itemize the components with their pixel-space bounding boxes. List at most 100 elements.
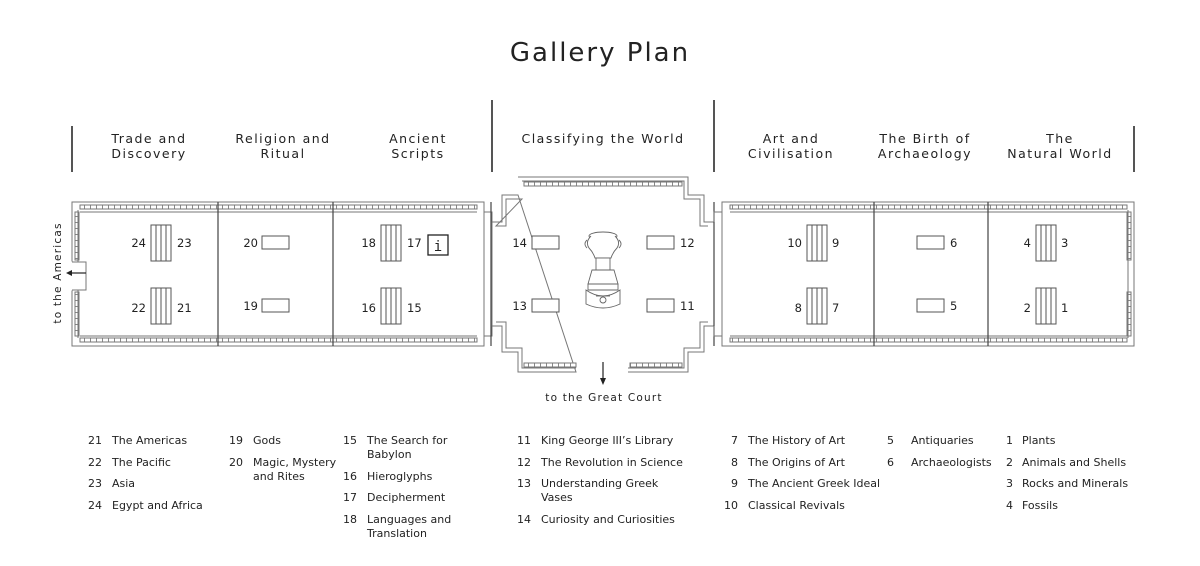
legend-label: Curiosity and Curiosities <box>541 512 675 526</box>
legend-item: 4 Fossils <box>1006 499 1146 513</box>
legend-item: 6 Archaeologists <box>887 456 997 470</box>
arrow-down-icon <box>600 362 606 385</box>
legend-item: 18 Languages and Translation <box>343 513 482 541</box>
legend-birth-of-archaeology: 5 Antiquaries 6 Archaeologists <box>887 434 997 477</box>
legend-number: 1 <box>1006 434 1013 447</box>
legend-label: Asia <box>112 477 136 490</box>
case-2-1 <box>1035 287 1057 325</box>
legend-label: Languages and Translation <box>367 512 452 540</box>
legend-number: 14 <box>517 512 531 526</box>
legend-item: 22 The Pacific <box>88 456 218 470</box>
legend-item: 11 King George III’s Library <box>517 434 692 448</box>
case-number: 19 <box>243 299 258 313</box>
legend-label: Egypt and Africa <box>112 498 203 512</box>
legend-label: Rocks and Minerals <box>1022 477 1129 490</box>
case-number: 22 <box>131 301 146 315</box>
legend-label: Decipherment <box>367 491 446 504</box>
legend-label: Magic, Mystery and Rites <box>253 455 337 483</box>
legend-number: 23 <box>88 477 102 490</box>
legend-label: The Origins of Art <box>748 455 845 469</box>
case-number: 13 <box>512 299 527 313</box>
case-4-3 <box>1035 224 1057 262</box>
legend-label: Archaeologists <box>911 455 992 469</box>
case-number: 17 <box>407 236 422 250</box>
legend-number: 9 <box>731 477 738 490</box>
legend-label: Understanding Greek Vases <box>541 477 659 504</box>
legend-number: 4 <box>1006 498 1013 512</box>
legend-label: The Search for Babylon <box>367 434 448 461</box>
legend-item: 8 The Origins of Art <box>724 456 884 470</box>
case-number: 3 <box>1061 236 1068 250</box>
legend-item: 20 Magic, Mystery and Rites <box>229 456 339 484</box>
case-number: 18 <box>361 236 376 250</box>
legend-art-and-civilisation: 7 The History of Art 8 The Origins of Art … <box>724 434 884 520</box>
legend-label: Plants <box>1022 434 1056 447</box>
legend-number: 8 <box>731 455 738 469</box>
floor-plan: i 24 23 22 21 20 19 18 17 16 15 14 13 12… <box>52 176 1135 404</box>
legend-item: 23 Asia <box>88 477 218 491</box>
case-number: 1 <box>1061 301 1068 315</box>
legend-number: 20 <box>229 455 243 469</box>
case-number: 11 <box>680 299 695 313</box>
legend-religion-and-ritual: 19 Gods 20 Magic, Mystery and Rites <box>229 434 339 491</box>
legend-item: 13 Understanding Greek Vases <box>517 477 692 505</box>
legend-item: 5 Antiquaries <box>887 434 997 448</box>
legend-label: The Americas <box>112 434 188 447</box>
legend-label: King George III’s Library <box>541 434 674 447</box>
legend-number: 13 <box>517 477 531 490</box>
case-14 <box>531 235 560 250</box>
east-wing <box>713 201 1135 347</box>
legend-number: 3 <box>1006 477 1013 490</box>
case-number: 9 <box>832 236 839 250</box>
legend-number: 22 <box>88 455 102 469</box>
legend-natural-world: 1 Plants 2 Animals and Shells 3 Rocks and M… <box>1006 434 1146 520</box>
case-11 <box>646 298 675 313</box>
case-number: 23 <box>177 236 192 250</box>
legend-item: 2 Animals and Shells <box>1006 456 1146 470</box>
information-symbol: i <box>434 239 442 255</box>
case-16-15 <box>380 287 402 325</box>
case-number: 24 <box>131 236 146 250</box>
legend-label: Fossils <box>1022 498 1058 512</box>
case-22-21 <box>150 287 172 325</box>
case-number: 12 <box>680 236 695 250</box>
case-20 <box>261 235 290 250</box>
case-12 <box>646 235 675 250</box>
case-6 <box>916 235 945 250</box>
legend-number: 10 <box>724 498 738 512</box>
legend-classifying-the-world: 11 King George III’s Library 12 The Revolu… <box>517 434 692 534</box>
case-number: 10 <box>787 236 802 250</box>
case-number: 7 <box>832 301 839 315</box>
legend-trade-and-discovery: 21 The Americas 22 The Pacific 23 Asia 24 Eg… <box>88 434 218 520</box>
case-number: 4 <box>1024 236 1031 250</box>
legend-item: 21 The Americas <box>88 434 218 448</box>
legend-label: The Ancient Greek Ideal <box>748 477 881 490</box>
legend-item: 19 Gods <box>229 434 339 448</box>
legend-item: 7 The History of Art <box>724 434 884 448</box>
case-10-9 <box>806 224 828 262</box>
legend-label: Animals and Shells <box>1022 455 1127 469</box>
case-24-23 <box>150 224 172 262</box>
legend-label: Hieroglyphs <box>367 469 433 483</box>
case-8-7 <box>806 287 828 325</box>
legend-label: The Revolution in Science <box>541 455 683 469</box>
legend-number: 6 <box>887 455 894 469</box>
legend-number: 17 <box>343 491 357 504</box>
legend-ancient-scripts: 15 The Search for Babylon 16 Hieroglyphs 1… <box>343 434 493 548</box>
legend-item: 3 Rocks and Minerals <box>1006 477 1146 491</box>
case-number: 21 <box>177 301 192 315</box>
legend-number: 5 <box>887 434 894 447</box>
legend-number: 16 <box>343 469 357 483</box>
legend-label: Classical Revivals <box>748 498 845 512</box>
legend-label: Antiquaries <box>911 434 974 447</box>
legend-item: 12 The Revolution in Science <box>517 456 692 470</box>
legend-item: 17 Decipherment <box>343 491 493 505</box>
legend-number: 24 <box>88 498 102 512</box>
case-number: 15 <box>407 301 422 315</box>
gallery-plan-page: { "title": "Gallery Plan", "sections": [… <box>0 0 1200 566</box>
west-wing <box>71 201 493 347</box>
legend-item: 10 Classical Revivals <box>724 499 884 513</box>
legend-label: The History of Art <box>748 434 846 447</box>
legend-number: 2 <box>1006 455 1013 469</box>
legend-item: 1 Plants <box>1006 434 1146 448</box>
